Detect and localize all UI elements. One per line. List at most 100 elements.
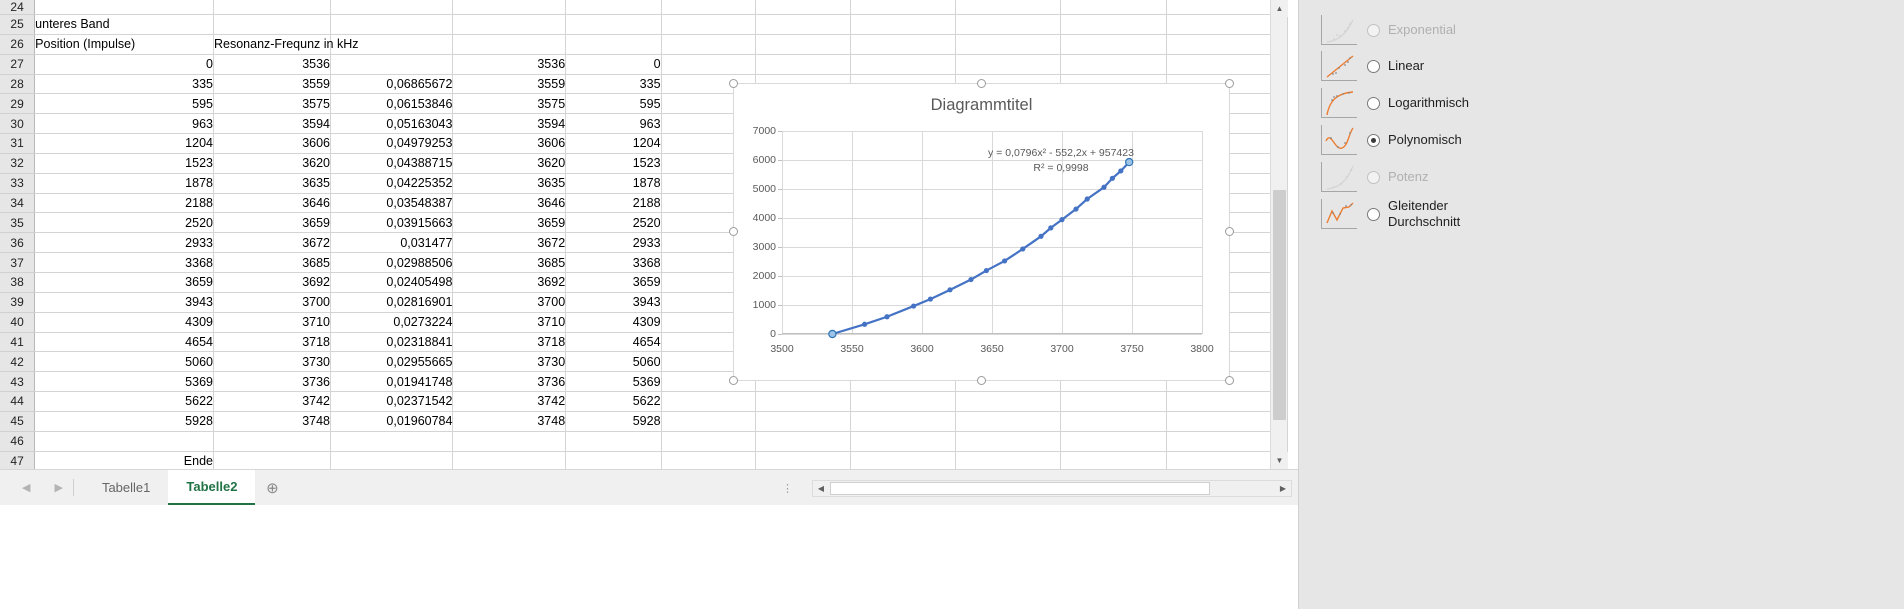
cell[interactable]: 1523 (565, 153, 662, 174)
chart-handle-bottom-right[interactable] (1225, 376, 1234, 385)
scroll-up-icon[interactable]: ▲ (1271, 0, 1288, 17)
cell[interactable] (850, 451, 957, 469)
table-row[interactable]: 27 0 3536 3536 0 (0, 54, 1288, 75)
cell[interactable] (850, 14, 957, 35)
cell[interactable] (850, 411, 957, 432)
cell[interactable]: 2520 (34, 212, 214, 234)
cell[interactable] (1060, 14, 1167, 35)
cell[interactable]: 5928 (34, 411, 214, 432)
cell[interactable] (330, 54, 454, 75)
cell[interactable]: 3646 (452, 193, 567, 214)
row-header[interactable]: 41 (0, 332, 36, 353)
row-header[interactable]: 39 (0, 292, 36, 313)
cell[interactable] (955, 54, 1062, 75)
chart-handle-top-left[interactable] (729, 79, 738, 88)
cell[interactable]: 2188 (34, 193, 214, 214)
series-marker[interactable] (1084, 196, 1090, 202)
sheet-tab-tabelle2[interactable]: Tabelle2 (168, 470, 256, 505)
cell[interactable] (1060, 411, 1167, 432)
chart-handle-middle-left[interactable] (729, 227, 738, 236)
cell[interactable] (565, 34, 662, 55)
cell[interactable] (34, 431, 214, 452)
sheet-nav-buttons[interactable]: ◀ ▶ (0, 470, 69, 505)
cell[interactable]: 0,01960784 (330, 411, 454, 432)
moving-average-radio[interactable] (1367, 207, 1380, 221)
cell[interactable]: 0,04979253 (330, 133, 454, 154)
cell[interactable]: 5622 (34, 391, 214, 412)
chart-title[interactable]: Diagrammtitel (734, 96, 1229, 115)
add-sheet-icon[interactable]: ⊕ (255, 470, 289, 505)
table-row[interactable]: 24 (0, 0, 1288, 15)
cell[interactable]: 3559 (452, 74, 567, 95)
cell[interactable] (452, 431, 567, 452)
cell[interactable]: 0,06153846 (330, 93, 454, 115)
vertical-scroll-thumb[interactable] (1273, 190, 1286, 420)
table-row[interactable]: 26 Position (Impulse) Resonanz-Frequnz in … (0, 34, 1288, 55)
cell[interactable]: 5369 (34, 371, 214, 393)
cell[interactable]: 3730 (213, 351, 332, 373)
row-header[interactable]: 47 (0, 451, 36, 469)
sheet-prev-icon[interactable]: ◀ (22, 481, 30, 494)
cell[interactable]: Position (Impulse) (34, 34, 214, 55)
cell[interactable] (565, 14, 662, 35)
exponential-radio[interactable] (1367, 23, 1380, 37)
cell[interactable]: 3736 (452, 371, 567, 393)
trendline-option-linear[interactable]: Linear (1321, 48, 1881, 84)
cell[interactable] (755, 0, 852, 15)
cell[interactable]: 3685 (452, 252, 567, 273)
cell[interactable] (661, 411, 756, 432)
cell[interactable]: 595 (34, 93, 214, 115)
cell[interactable]: 3710 (213, 312, 332, 333)
cell[interactable]: 3748 (213, 411, 332, 432)
cell[interactable] (330, 431, 454, 452)
cell[interactable]: 3710 (452, 312, 567, 333)
cell[interactable]: 3575 (213, 93, 332, 115)
cell[interactable]: 3659 (565, 272, 662, 293)
cell[interactable]: 0,04388715 (330, 153, 454, 174)
cell[interactable] (850, 0, 957, 15)
sheet-vertical-scrollbar[interactable]: ▲ ▼ (1270, 0, 1288, 469)
cell[interactable] (955, 14, 1062, 35)
cell[interactable] (755, 54, 852, 75)
cell[interactable]: 1204 (565, 133, 662, 154)
cell[interactable]: 0,02816901 (330, 292, 454, 313)
series-marker[interactable] (862, 321, 868, 327)
cell[interactable]: 3943 (34, 292, 214, 313)
series-marker[interactable] (828, 329, 837, 339)
sheet-scroll-right-icon[interactable]: ▶ (1275, 481, 1291, 496)
trendline-option-exponential[interactable]: Exponential (1321, 12, 1881, 48)
row-header[interactable]: 36 (0, 232, 36, 254)
chart-handle-top-center[interactable] (977, 79, 986, 88)
cell[interactable] (850, 34, 957, 55)
cell[interactable] (850, 431, 957, 452)
cell[interactable] (213, 0, 332, 15)
row-header[interactable]: 27 (0, 54, 36, 75)
cell[interactable] (661, 391, 756, 412)
cell[interactable] (213, 451, 332, 469)
cell[interactable]: 0,02405498 (330, 272, 454, 293)
series-marker[interactable] (1048, 225, 1054, 231)
cell[interactable]: 3692 (452, 272, 567, 293)
cell[interactable] (661, 54, 756, 75)
cell[interactable]: 0,03548387 (330, 193, 454, 214)
cell[interactable] (1060, 431, 1167, 452)
row-header[interactable]: 25 (0, 14, 36, 35)
cell[interactable]: 3575 (452, 93, 567, 115)
row-header[interactable]: 31 (0, 133, 36, 154)
cell[interactable]: 3718 (213, 332, 332, 353)
trendline-option-logarithmic[interactable]: Logarithmisch (1321, 85, 1881, 121)
cell[interactable] (955, 34, 1062, 55)
cell[interactable] (1060, 54, 1167, 75)
row-header[interactable]: 28 (0, 74, 36, 95)
row-header[interactable]: 29 (0, 93, 36, 115)
cell[interactable] (452, 0, 567, 15)
cell[interactable]: 3700 (452, 292, 567, 313)
series-marker[interactable] (1073, 206, 1079, 212)
series-marker[interactable] (947, 287, 953, 293)
cell[interactable]: 3730 (452, 351, 567, 373)
series-marker[interactable] (983, 267, 989, 274)
cell[interactable]: Ende (34, 451, 214, 469)
row-header[interactable]: 35 (0, 212, 36, 234)
cell[interactable]: 3646 (213, 193, 332, 214)
cell[interactable]: 3536 (213, 54, 332, 75)
